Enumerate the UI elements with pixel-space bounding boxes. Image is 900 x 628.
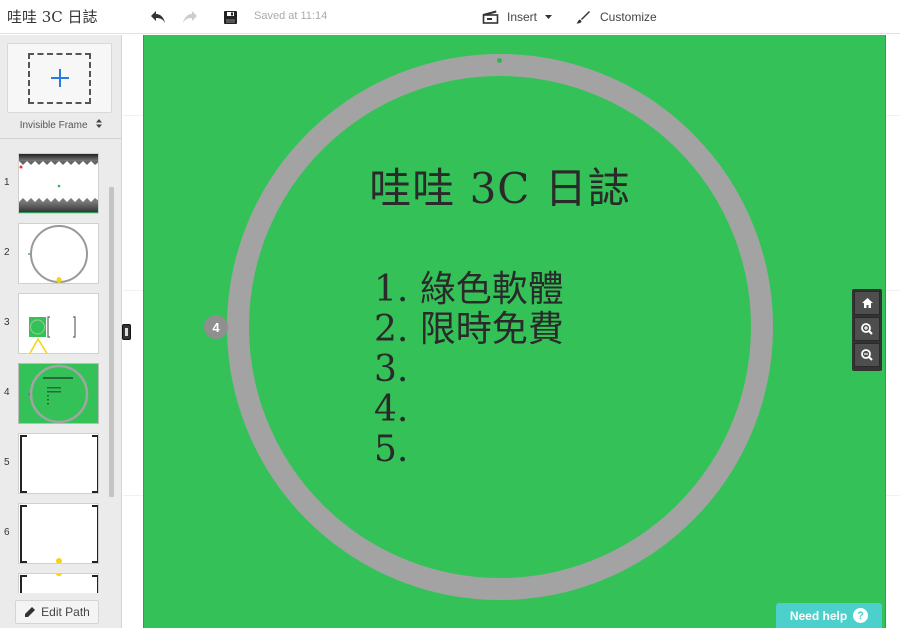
frames-sidebar: Invisible Frame 1 2 3 4 5 6 Edit Path bbox=[0, 35, 122, 628]
plus-icon bbox=[50, 69, 69, 87]
brush-icon bbox=[576, 11, 590, 24]
add-frame-button[interactable] bbox=[7, 43, 112, 113]
thumbnail-3[interactable] bbox=[18, 293, 99, 354]
thumbnail-preview bbox=[20, 574, 98, 593]
home-icon bbox=[861, 298, 873, 308]
redo-button[interactable] bbox=[180, 7, 200, 27]
edit-path-button[interactable]: Edit Path bbox=[15, 600, 99, 624]
path-step-badge[interactable]: 4 bbox=[204, 315, 228, 339]
slide-list[interactable]: 1. 綠色軟體 2. 限時免費 3. 4. 5. bbox=[374, 270, 564, 470]
sidebar-scrollbar[interactable] bbox=[109, 187, 114, 497]
thumbnail-item[interactable] bbox=[0, 573, 110, 593]
thumbnail-item[interactable]: 6 bbox=[0, 503, 110, 565]
divider bbox=[0, 138, 122, 139]
thumbnail-preview bbox=[27, 364, 89, 423]
pencil-icon bbox=[25, 607, 36, 617]
gridline bbox=[123, 115, 143, 116]
zoom-out-icon bbox=[861, 349, 873, 361]
thumbnail-number: 3 bbox=[4, 317, 10, 328]
thumbnail-2[interactable] bbox=[18, 223, 99, 284]
insert-label: Insert bbox=[507, 10, 538, 24]
thumbnail-preview bbox=[28, 225, 88, 283]
customize-label: Customize bbox=[600, 10, 657, 24]
thumbnail-item[interactable]: 3 bbox=[0, 293, 110, 355]
need-help-label: Need help bbox=[789, 608, 848, 623]
thumbnail-item-selected[interactable]: 4 bbox=[0, 363, 110, 425]
gridline bbox=[123, 495, 143, 496]
thumbnail-list[interactable]: 1 2 3 4 5 6 bbox=[0, 145, 110, 593]
dashed-frame-icon bbox=[28, 52, 91, 104]
question-icon: ? bbox=[853, 608, 869, 623]
sidebar-resize-handle[interactable] bbox=[122, 324, 131, 340]
list-item: 2. 限時免費 bbox=[374, 309, 564, 350]
thumbnail-number: 4 bbox=[4, 387, 10, 398]
thumbnail-item[interactable]: 5 bbox=[0, 433, 110, 495]
save-icon bbox=[223, 10, 237, 24]
list-item: 1. 綠色軟體 bbox=[374, 269, 564, 310]
top-toolbar: 哇哇 3C 日誌 Saved at 11:14 Insert Customize bbox=[0, 0, 900, 34]
zoom-in-button[interactable] bbox=[854, 317, 880, 341]
undo-button[interactable] bbox=[148, 7, 168, 27]
thumbnail-number: 2 bbox=[4, 247, 10, 258]
thumbnail-4[interactable] bbox=[18, 363, 99, 424]
list-item: 3. bbox=[374, 349, 409, 390]
frame-type-label: Invisible Frame bbox=[19, 120, 88, 131]
thumbnail-number: 5 bbox=[4, 457, 10, 468]
thumbnail-preview bbox=[20, 435, 98, 493]
thumbnail-1[interactable] bbox=[18, 153, 99, 214]
home-button[interactable] bbox=[854, 291, 880, 315]
need-help-button[interactable]: Need help ? bbox=[776, 603, 882, 628]
gridline bbox=[886, 290, 900, 291]
edit-path-label: Edit Path bbox=[41, 605, 90, 619]
thumbnail-preview bbox=[20, 505, 98, 563]
gridline bbox=[886, 115, 900, 116]
updown-icon bbox=[96, 119, 103, 128]
thumbnail-preview bbox=[19, 154, 98, 213]
zoom-in-icon bbox=[861, 323, 873, 335]
save-button[interactable] bbox=[220, 7, 240, 27]
gridline bbox=[123, 290, 143, 291]
undo-icon bbox=[151, 11, 165, 23]
zoom-out-button[interactable] bbox=[854, 343, 880, 367]
slide-title[interactable]: 哇哇 3C 日誌 bbox=[300, 155, 700, 216]
presentation-title[interactable]: 哇哇 3C 日誌 bbox=[7, 6, 98, 27]
thumbnail-number: 6 bbox=[4, 527, 10, 538]
zoom-controls bbox=[852, 289, 882, 371]
frame-type-select[interactable]: Invisible Frame bbox=[0, 119, 122, 131]
insert-icon bbox=[482, 10, 499, 24]
redo-icon bbox=[183, 11, 197, 23]
customize-button[interactable]: Customize bbox=[576, 7, 657, 27]
frame-anchor-dot[interactable] bbox=[497, 58, 502, 63]
thumbnail-6[interactable] bbox=[18, 503, 99, 564]
list-item: 4. bbox=[374, 389, 409, 430]
thumbnail-number: 1 bbox=[4, 177, 10, 188]
thumbnail-5[interactable] bbox=[18, 433, 99, 494]
saved-status: Saved at 11:14 bbox=[254, 10, 328, 22]
insert-menu[interactable]: Insert bbox=[482, 7, 553, 27]
thumbnail-7[interactable] bbox=[18, 573, 99, 593]
thumbnail-item[interactable]: 2 bbox=[0, 223, 110, 285]
caret-down-icon bbox=[545, 14, 553, 19]
list-item: 5. bbox=[374, 429, 409, 470]
thumbnail-preview bbox=[29, 316, 76, 353]
gridline bbox=[886, 495, 900, 496]
thumbnail-item[interactable]: 1 bbox=[0, 153, 110, 215]
